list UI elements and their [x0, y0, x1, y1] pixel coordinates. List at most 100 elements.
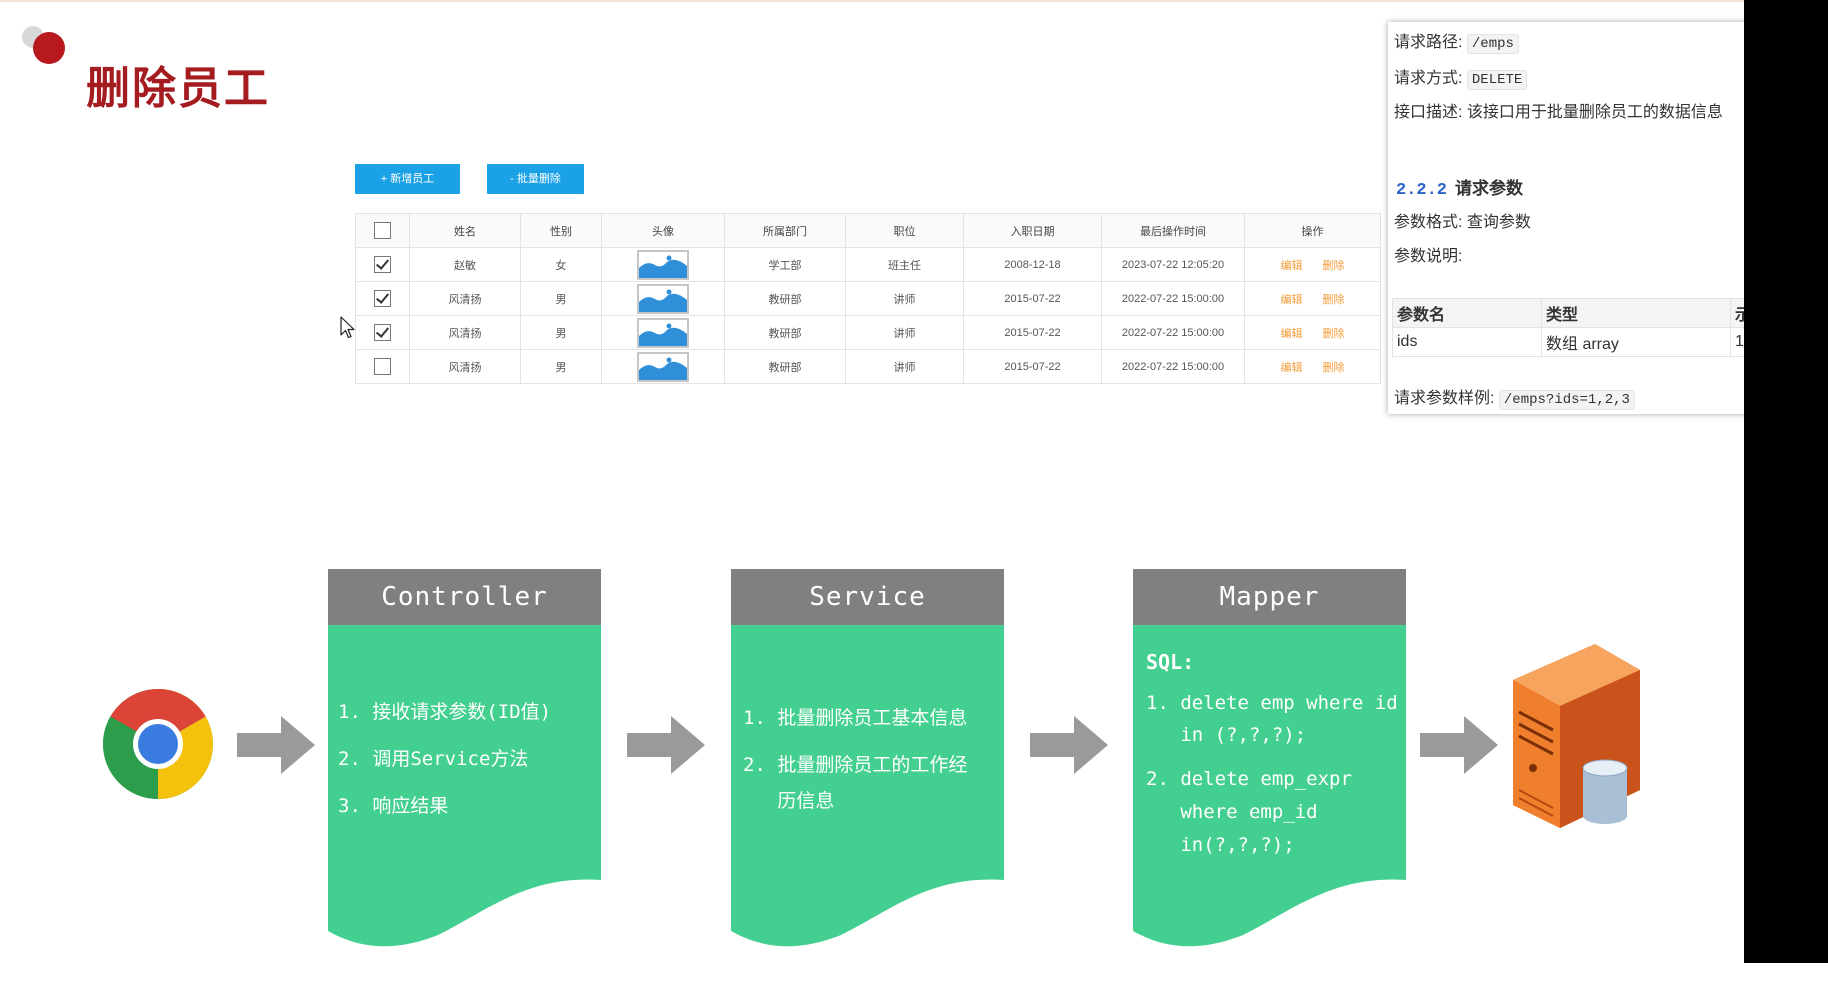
employee-table: 姓名 性别 头像 所属部门 职位 入职日期 最后操作时间 操作 赵敏 女 学工部… [355, 213, 1381, 384]
delete-link[interactable]: 删除 [1323, 328, 1345, 340]
mapper-title: Mapper [1133, 569, 1406, 625]
param-col-name: 参数名 [1392, 298, 1542, 328]
cell-name: 风清扬 [409, 349, 521, 384]
cell-job: 班主任 [845, 247, 964, 282]
param-table: 参数名 类型 示例 ids 数组 array 1,2,3 [1392, 298, 1778, 357]
edit-link[interactable]: 编辑 [1281, 328, 1303, 340]
api-method-row: 请求方式: DELETE [1394, 64, 1528, 90]
service-body: 1. 批量删除员工基本信息 2. 批量删除员工的工作经 历信息 [731, 625, 1004, 1001]
param-col-type: 类型 [1541, 298, 1731, 328]
page-title: 删除员工 [86, 63, 270, 114]
cell-name: 风清扬 [409, 281, 521, 316]
flow-arrow-icon [1030, 716, 1108, 774]
param-sample-row: 请求参数样例: /emps?ids=1,2,3 [1394, 384, 1635, 410]
param-sample-label: 请求参数样例: [1394, 390, 1495, 407]
controller-body: 1. 接收请求参数(ID值) 2. 调用Service方法 3. 响应结果 [328, 625, 601, 1001]
param-format-label: 参数格式: [1394, 214, 1463, 231]
param-sample-value: /emps?ids=1,2,3 [1498, 390, 1635, 410]
chrome-browser-icon [103, 689, 213, 799]
cell-entry-date: 2008-12-18 [963, 247, 1102, 282]
flow-arrow-icon [1420, 716, 1498, 774]
row-checkbox[interactable] [374, 324, 391, 341]
select-all-checkbox[interactable] [374, 222, 391, 239]
edit-link[interactable]: 编辑 [1281, 294, 1303, 306]
edit-link[interactable]: 编辑 [1281, 362, 1303, 374]
table-row: 风清扬 男 教研部 讲师 2015-07-22 2022-07-22 15:00… [355, 349, 1381, 384]
cell-gender: 女 [520, 247, 602, 282]
col-header-name: 姓名 [409, 213, 521, 248]
api-doc-panel: 请求路径: /emps 请求方式: DELETE 接口描述: 该接口用于批量删除… [1388, 22, 1778, 414]
param-format-row: 参数格式: 查询参数 [1394, 208, 1531, 232]
api-path-label: 请求路径: [1394, 34, 1463, 51]
param-row: ids 数组 array 1,2,3 [1392, 327, 1778, 357]
add-employee-button[interactable]: + 新增员工 [355, 164, 460, 194]
select-all-cell[interactable] [355, 213, 410, 248]
cell-entry-date: 2015-07-22 [963, 315, 1102, 350]
cell-name: 赵敏 [409, 247, 521, 282]
mapper-stage: Mapper SQL: 1. delete emp where id in (?… [1133, 569, 1406, 1001]
param-type: 数组 array [1541, 327, 1731, 357]
col-header-dept: 所属部门 [724, 213, 846, 248]
controller-title: Controller [328, 569, 601, 625]
cell-updated: 2022-07-22 15:00:00 [1101, 349, 1245, 384]
section-title: 请求参数 [1455, 179, 1524, 198]
col-header-gender: 性别 [520, 213, 602, 248]
controller-step-2: 2. 调用Service方法 [338, 748, 529, 770]
param-name: ids [1392, 327, 1542, 357]
cell-updated: 2022-07-22 15:00:00 [1101, 315, 1245, 350]
param-format-value: 查询参数 [1466, 214, 1531, 231]
right-black-bar [1744, 0, 1828, 963]
col-header-updated: 最后操作时间 [1101, 213, 1245, 248]
cell-dept: 教研部 [724, 315, 846, 350]
cell-updated: 2022-07-22 15:00:00 [1101, 281, 1245, 316]
service-step-1: 1. 批量删除员工基本信息 [743, 707, 968, 729]
row-checkbox[interactable] [374, 290, 391, 307]
param-header-row: 参数名 类型 示例 [1392, 298, 1778, 328]
cell-job: 讲师 [845, 315, 964, 350]
table-row: 风清扬 男 教研部 讲师 2015-07-22 2022-07-22 15:00… [355, 315, 1381, 350]
api-path-row: 请求路径: /emps [1394, 28, 1519, 54]
mapper-body: SQL: 1. delete emp where id in (?,?,?); … [1133, 625, 1406, 1001]
request-params-heading: 2.2.2 请求参数 [1396, 174, 1523, 200]
api-path-value: /emps [1466, 34, 1519, 54]
cell-gender: 男 [520, 349, 602, 384]
col-header-actions: 操作 [1244, 213, 1381, 248]
controller-step-1: 1. 接收请求参数(ID值) [338, 701, 552, 723]
section-number: 2.2.2 [1396, 181, 1448, 200]
cell-name: 风清扬 [409, 315, 521, 350]
row-checkbox[interactable] [374, 358, 391, 375]
database-server-icon [1513, 644, 1640, 828]
delete-link[interactable]: 删除 [1323, 362, 1345, 374]
avatar-image-icon [637, 317, 689, 348]
api-method-value: DELETE [1466, 70, 1528, 90]
cell-updated: 2023-07-22 12:05:20 [1101, 247, 1245, 282]
cell-dept: 学工部 [724, 247, 846, 282]
controller-stage: Controller 1. 接收请求参数(ID值) 2. 调用Service方法… [328, 569, 601, 1001]
batch-delete-button[interactable]: - 批量删除 [487, 164, 584, 194]
delete-link[interactable]: 删除 [1323, 260, 1345, 272]
cell-dept: 教研部 [724, 349, 846, 384]
avatar-image-icon [637, 249, 689, 280]
col-header-entry-date: 入职日期 [963, 213, 1102, 248]
service-step-2: 2. 批量删除员工的工作经 [743, 754, 968, 776]
title-dot-red [33, 32, 65, 64]
slide: 删除员工 + 新增员工 - 批量删除 姓名 性别 头像 所属部门 职位 入职日期… [0, 0, 1778, 963]
cell-entry-date: 2015-07-22 [963, 281, 1102, 316]
service-step-2-cont: 历信息 [743, 790, 835, 812]
param-explain-label: 参数说明: [1394, 248, 1463, 265]
edit-link[interactable]: 编辑 [1281, 260, 1303, 272]
mapper-sql-2: 2. delete emp_expr [1146, 768, 1352, 790]
cell-gender: 男 [520, 281, 602, 316]
row-checkbox[interactable] [374, 256, 391, 273]
cell-entry-date: 2015-07-22 [963, 349, 1102, 384]
service-stage: Service 1. 批量删除员工基本信息 2. 批量删除员工的工作经 历信息 [731, 569, 1004, 1001]
api-method-label: 请求方式: [1394, 70, 1463, 87]
delete-link[interactable]: 删除 [1323, 294, 1345, 306]
cell-gender: 男 [520, 315, 602, 350]
flow-arrow-icon [627, 716, 705, 774]
table-row: 赵敏 女 学工部 班主任 2008-12-18 2023-07-22 12:05… [355, 247, 1381, 282]
api-desc-value: 该接口用于批量删除员工的数据信息 [1466, 104, 1723, 121]
col-header-job: 职位 [845, 213, 964, 248]
table-row: 风清扬 男 教研部 讲师 2015-07-22 2022-07-22 15:00… [355, 281, 1381, 316]
api-desc-label: 接口描述: [1394, 104, 1463, 121]
